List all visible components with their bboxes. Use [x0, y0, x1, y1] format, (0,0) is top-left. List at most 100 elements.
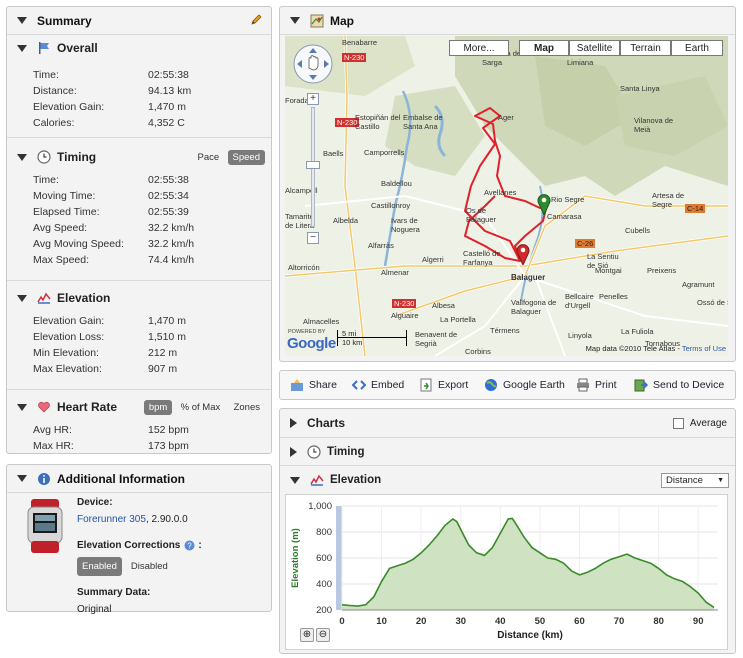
- help-icon[interactable]: ?: [184, 540, 195, 551]
- pace-toggle[interactable]: Pace: [193, 150, 225, 165]
- embed-button[interactable]: Embed: [351, 378, 404, 392]
- stat-value: 173 bpm: [148, 440, 189, 452]
- send-to-device-label: Send to Device: [653, 379, 725, 391]
- place-label: Baells: [323, 149, 344, 158]
- elevation-title: Elevation: [57, 291, 111, 305]
- charts-timing-header[interactable]: Timing: [280, 438, 735, 466]
- average-label: Average: [689, 417, 727, 429]
- stat-label: Elevation Loss:: [33, 331, 105, 343]
- stat-value: 94.13 km: [148, 85, 192, 97]
- place-label: Térmens: [490, 326, 520, 335]
- stat-row: Moving Time: 02:55:34: [7, 188, 271, 204]
- collapse-icon[interactable]: [17, 44, 27, 52]
- place-label: Camporrells: [364, 148, 405, 157]
- pan-control[interactable]: [293, 44, 333, 84]
- stat-value: 02:55:38: [148, 174, 189, 186]
- terms-link[interactable]: Terms of Use: [682, 344, 726, 353]
- place-label: Benavent de Segrià: [415, 330, 458, 348]
- x-axis-label: Distance (km): [497, 630, 563, 641]
- print-button[interactable]: Print: [576, 378, 617, 392]
- stat-label: Calories:: [33, 117, 75, 129]
- map-type-satellite[interactable]: Satellite: [569, 40, 620, 56]
- heart-rate-header[interactable]: Heart Rate bpm % of Max Zones: [7, 394, 271, 420]
- collapse-icon[interactable]: [17, 17, 27, 24]
- stat-row: Time: 02:55:38: [7, 67, 271, 83]
- place-label: Albelda: [333, 216, 359, 225]
- zoom-slider-thumb[interactable]: [306, 161, 320, 169]
- y-tick-label: 200: [316, 605, 332, 616]
- place-label: Penelles: [599, 292, 628, 301]
- summary-header[interactable]: Summary: [7, 7, 271, 35]
- heart-rate-title: Heart Rate: [57, 400, 118, 414]
- collapse-icon[interactable]: [17, 153, 27, 161]
- stat-label: Avg HR:: [33, 424, 72, 436]
- chart-zoom-out-button[interactable]: ⊖: [316, 628, 330, 642]
- elevation-header[interactable]: Elevation: [7, 285, 271, 311]
- place-label: Camarasa: [547, 212, 582, 221]
- bpm-toggle[interactable]: bpm: [143, 400, 173, 415]
- place-label: Almenar: [381, 268, 409, 277]
- expand-icon[interactable]: [290, 418, 297, 428]
- map-type-earth[interactable]: Earth: [671, 40, 723, 56]
- corrections-disabled-toggle[interactable]: Disabled: [126, 557, 173, 576]
- collapse-icon[interactable]: [17, 294, 27, 302]
- stat-row: Min Elevation: 212 m: [7, 345, 271, 361]
- stat-value: 907 m: [148, 363, 178, 375]
- elevation-chart[interactable]: 200 400 600 800 1,000 0 10 20 30 40 50 60 70 80 90 Dist…: [286, 495, 729, 651]
- send-to-device-button[interactable]: Send to Device: [634, 378, 724, 392]
- end-marker-icon[interactable]: [516, 243, 530, 268]
- place-label: Algerri: [422, 255, 444, 264]
- corrections-enabled-toggle[interactable]: Enabled: [77, 557, 122, 576]
- percent-max-toggle[interactable]: % of Max: [176, 400, 226, 415]
- collapse-icon[interactable]: [290, 17, 300, 24]
- stat-label: Avg Moving Speed:: [33, 238, 124, 250]
- map-type-terrain[interactable]: Terrain: [620, 40, 671, 56]
- google-logo[interactable]: Google: [287, 335, 336, 352]
- start-marker-icon[interactable]: [537, 193, 551, 218]
- stat-label: Time:: [33, 69, 59, 81]
- x-axis-select[interactable]: Distance ▼: [661, 472, 729, 488]
- map-header[interactable]: Map: [280, 7, 735, 35]
- charts-header[interactable]: Charts Average: [280, 409, 735, 438]
- google-earth-button[interactable]: Google Earth: [484, 378, 565, 392]
- x-tick-label: 50: [535, 616, 546, 627]
- collapse-icon[interactable]: [17, 403, 27, 411]
- overall-header[interactable]: Overall: [7, 35, 271, 61]
- zoom-out-button[interactable]: −: [307, 232, 319, 244]
- device-link[interactable]: Forerunner 305: [77, 514, 146, 525]
- overall-section: Overall Time: 02:55:38 Distance: 94.13 km …: [7, 35, 271, 138]
- map-title: Map: [330, 13, 354, 28]
- collapse-icon[interactable]: [17, 475, 27, 482]
- info-icon: [37, 472, 51, 486]
- place-label: Alfarràs: [368, 241, 394, 250]
- stat-row: Max Elevation: 907 m: [7, 361, 271, 377]
- charts-elevation-header[interactable]: Elevation Distance ▼: [280, 466, 735, 494]
- speed-toggle[interactable]: Speed: [227, 150, 265, 165]
- zones-toggle[interactable]: Zones: [229, 400, 265, 415]
- stat-value: 32.2 km/h: [148, 238, 195, 250]
- zoom-in-button[interactable]: +: [307, 93, 319, 105]
- expand-icon[interactable]: [290, 446, 297, 457]
- stat-value: 212 m: [148, 347, 178, 359]
- share-label: Share: [309, 379, 338, 391]
- place-label: Benabarre: [342, 38, 378, 47]
- chart-zoom-in-button[interactable]: ⊕: [300, 628, 314, 642]
- edit-pencil-icon[interactable]: [250, 13, 263, 29]
- map-type-map[interactable]: Map: [519, 40, 569, 56]
- share-button[interactable]: Share: [290, 378, 337, 392]
- stat-value: 74.4 km/h: [148, 254, 195, 266]
- road-shield: N-230: [392, 299, 417, 308]
- place-label: Corbins: [465, 347, 491, 356]
- export-icon: [419, 378, 433, 392]
- summary-panel: Summary Overall Time: 02:55:38 Distance: 9…: [6, 6, 272, 454]
- export-button[interactable]: Export: [419, 378, 468, 392]
- map-more-button[interactable]: More...: [449, 40, 509, 56]
- average-checkbox[interactable]: [672, 417, 684, 429]
- collapse-icon[interactable]: [290, 476, 300, 484]
- timing-header[interactable]: Timing Pace Speed: [7, 144, 271, 170]
- additional-info-header[interactable]: Additional Information: [7, 465, 271, 493]
- elevation-icon: [310, 473, 324, 487]
- stat-value: 32.2 km/h: [148, 222, 195, 234]
- embed-icon: [351, 378, 367, 392]
- map-canvas[interactable]: N-230 N-230 N-230 C-14 C-26 Benabarre Fo…: [285, 36, 728, 356]
